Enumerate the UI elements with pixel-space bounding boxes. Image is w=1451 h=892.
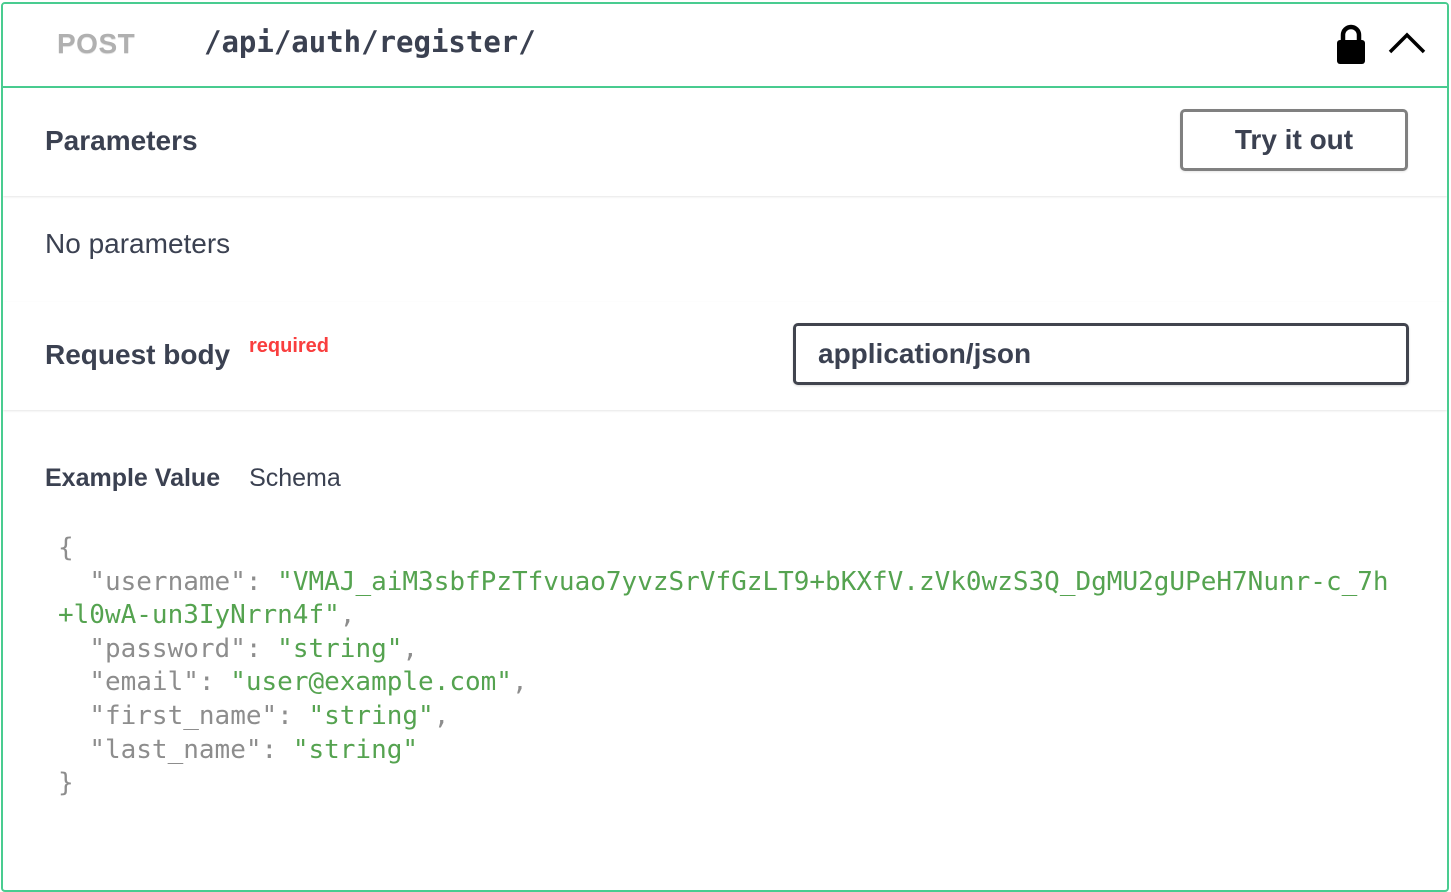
json-value-password: "string"	[277, 633, 403, 664]
request-body-header: Request body required application/json	[3, 302, 1447, 410]
json-key-password: "password"	[89, 633, 246, 664]
http-method-badge: POST	[57, 28, 136, 59]
tab-schema[interactable]: Schema	[249, 464, 341, 493]
content-type-select[interactable]: application/json	[793, 323, 1409, 385]
endpoint-path: /api/auth/register/	[204, 25, 536, 59]
json-open-brace: {	[58, 533, 74, 563]
json-key-last-name: "last_name"	[89, 734, 262, 765]
json-key-email: "email"	[89, 667, 199, 698]
required-badge: required	[249, 335, 330, 357]
example-json-code: { "username": "VMAJ_aiM3sbfPzTfvuao7yvzS…	[58, 533, 1389, 799]
operation-summary[interactable]: POST /api/auth/register/	[3, 4, 1447, 88]
json-value-last-name: "string"	[292, 734, 419, 765]
json-key-first-name: "first_name"	[89, 700, 278, 731]
json-key-username: "username"	[89, 566, 246, 597]
json-value-username: "VMAJ_aiM3sbfPzTfvuao7yvzSrVfGzLT9+bKXfV…	[58, 566, 1389, 631]
json-close-brace: }	[58, 768, 74, 799]
operation-block-post: POST /api/auth/register/ Parameters Try …	[1, 2, 1449, 892]
example-tabs: Example Value Schema	[45, 464, 341, 493]
tab-example-value[interactable]: Example Value	[45, 464, 220, 493]
parameters-header: Parameters Try it out	[3, 88, 1447, 196]
request-body-title: Request body	[45, 339, 231, 370]
chevron-up-icon[interactable]	[1386, 28, 1428, 58]
parameters-title: Parameters	[45, 125, 198, 156]
try-it-out-button[interactable]: Try it out	[1180, 109, 1408, 171]
lock-icon[interactable]	[1334, 23, 1368, 65]
json-value-first-name: "string"	[308, 700, 434, 731]
json-value-email: "user@example.com"	[230, 667, 512, 698]
no-parameters-text: No parameters	[45, 228, 231, 259]
